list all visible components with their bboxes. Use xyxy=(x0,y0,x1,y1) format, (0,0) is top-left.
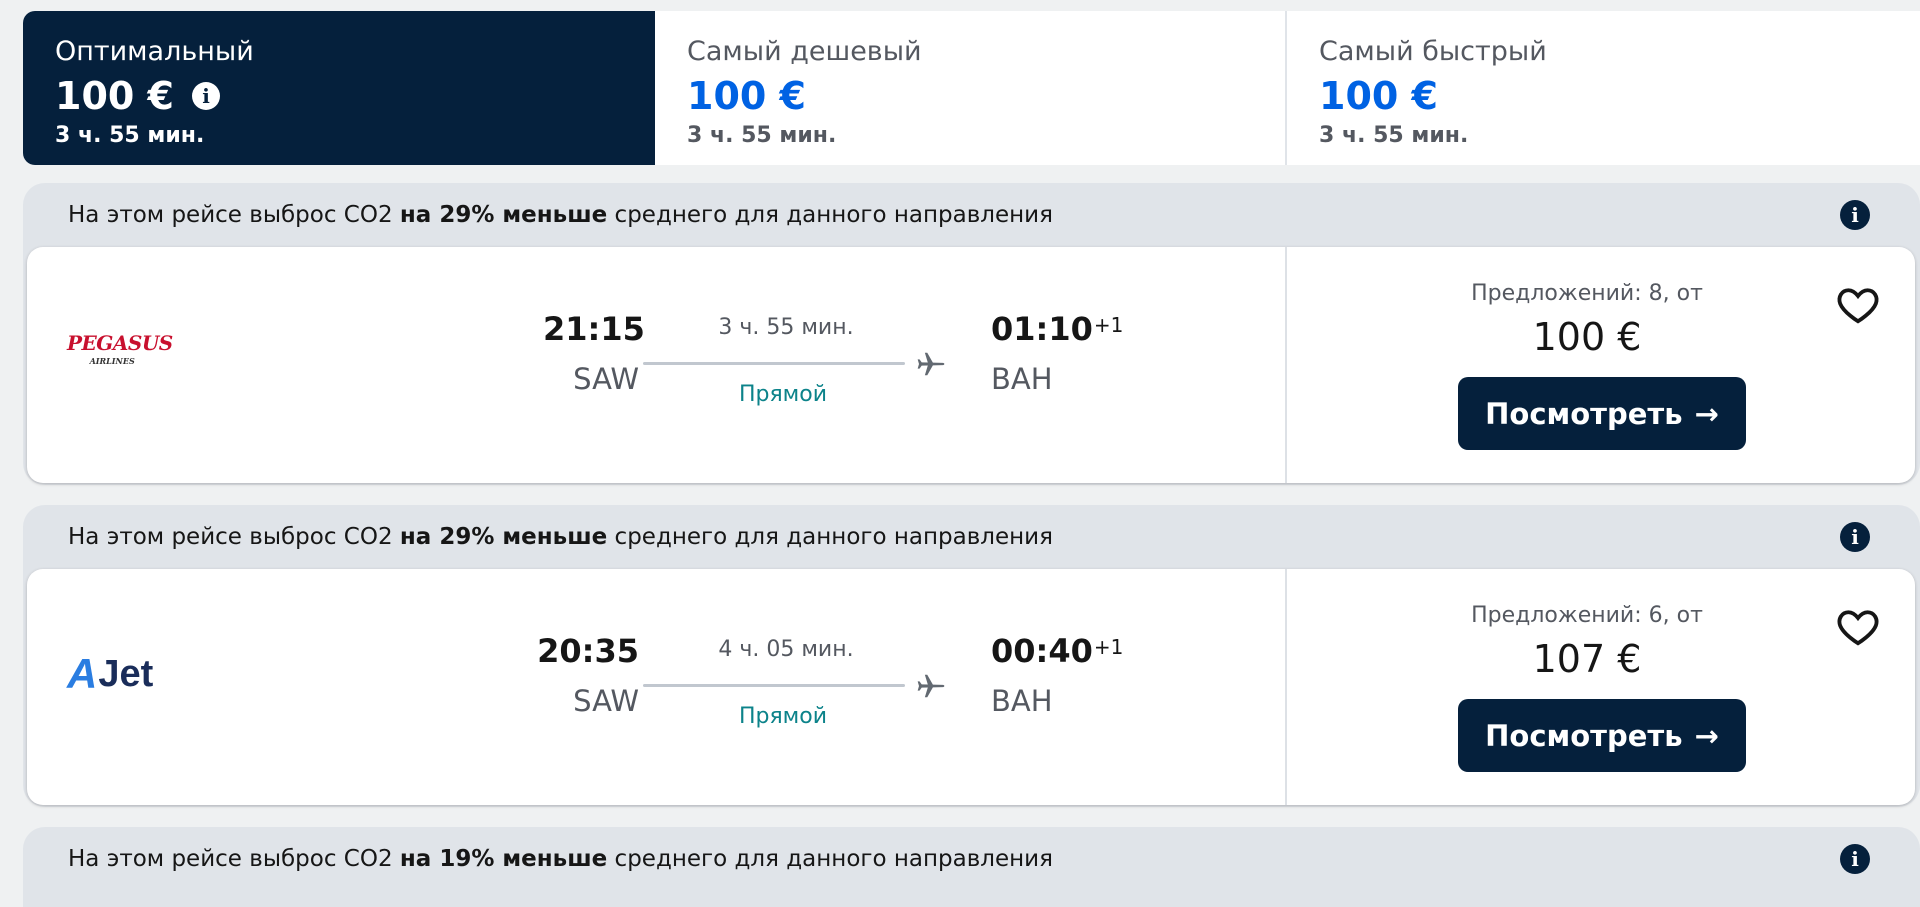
arrival: 01:10+1 BAH xyxy=(991,310,1123,398)
view-deal-button[interactable]: Посмотреть → xyxy=(1458,377,1746,450)
view-deal-label: Посмотреть xyxy=(1485,396,1683,431)
eco-banner: На этом рейсе выброс CO2 на 29% меньше с… xyxy=(23,183,1920,247)
flight-details[interactable]: A Jet 20:35 SAW 4 ч. 05 мин. Прямой 00:40… xyxy=(27,569,1287,805)
info-icon[interactable]: i xyxy=(192,82,220,110)
flight-result: На этом рейсе выброс CO2 на 29% меньше с… xyxy=(23,183,1920,485)
eco-text-suffix: среднего для данного направления xyxy=(607,846,1053,872)
eco-text-prefix: На этом рейсе выброс CO2 xyxy=(68,524,400,550)
flight-details[interactable]: PEGASUS AIRLINES 21:15 SAW 3 ч. 55 мин. … xyxy=(27,247,1287,483)
sort-tab-duration: 3 ч. 55 мин. xyxy=(55,123,205,148)
price-panel: Предложений: 6, от 107 € Посмотреть → xyxy=(1287,569,1915,805)
view-deal-button[interactable]: Посмотреть → xyxy=(1458,699,1746,772)
sort-tab-best[interactable]: Оптимальный 100 € i 3 ч. 55 мин. xyxy=(23,11,655,165)
heart-icon[interactable] xyxy=(1835,282,1881,328)
sort-tab-price: 100 € i xyxy=(55,73,623,119)
departure-time: 21:15 xyxy=(543,310,645,348)
arrow-right-icon: → xyxy=(1694,718,1719,753)
departure-airport: SAW xyxy=(573,362,639,396)
eco-text-highlight: на 29% меньше xyxy=(399,202,608,228)
eco-text-highlight: на 19% меньше xyxy=(399,846,608,872)
offers-count: Предложений: 6, от xyxy=(1471,603,1703,628)
arrival: 00:40+1 BAH xyxy=(991,632,1123,720)
departure-airport: SAW xyxy=(573,684,639,718)
offers-count: Предложений: 8, от xyxy=(1471,281,1703,306)
eco-banner: На этом рейсе выброс CO2 на 19% меньше с… xyxy=(23,827,1920,891)
flight-card[interactable]: A Jet 20:35 SAW 4 ч. 05 мин. Прямой 00:40… xyxy=(27,569,1915,805)
eco-text-prefix: На этом рейсе выброс CO2 xyxy=(68,202,400,228)
flight-card[interactable]: PEGASUS AIRLINES 21:15 SAW 3 ч. 55 мин. … xyxy=(27,247,1915,483)
route: 4 ч. 05 мин. Прямой xyxy=(643,637,963,747)
route: 3 ч. 55 мин. Прямой xyxy=(643,315,963,425)
flight-price: 107 € xyxy=(1532,637,1642,681)
flight-duration: 3 ч. 55 мин. xyxy=(718,315,854,340)
eco-text-highlight: на 29% меньше xyxy=(399,524,608,550)
sort-tab-cheapest[interactable]: Самый дешевый 100 € 3 ч. 55 мин. xyxy=(655,11,1287,165)
airline-logo: PEGASUS AIRLINES xyxy=(67,317,207,387)
flight-result: На этом рейсе выброс CO2 на 19% меньше с… xyxy=(23,827,1920,907)
airline-logo: A Jet xyxy=(67,639,207,709)
plane-icon xyxy=(917,674,945,698)
info-icon[interactable]: i xyxy=(1840,844,1870,874)
route-line xyxy=(643,684,905,687)
flight-price: 100 € xyxy=(1532,315,1642,359)
stops-label: Прямой xyxy=(738,382,828,407)
heart-icon[interactable] xyxy=(1835,604,1881,650)
eco-text-prefix: На этом рейсе выброс CO2 xyxy=(68,846,400,872)
flight-duration: 4 ч. 05 мин. xyxy=(718,637,854,662)
sort-tab-label: Самый быстрый xyxy=(1319,36,1547,67)
departure: 21:15 SAW xyxy=(543,310,645,398)
eco-banner: На этом рейсе выброс CO2 на 29% меньше с… xyxy=(23,505,1920,569)
sort-tabs: Оптимальный 100 € i 3 ч. 55 мин. Самый д… xyxy=(23,11,1920,165)
info-icon[interactable]: i xyxy=(1840,200,1870,230)
arrival-airport: BAH xyxy=(991,362,1053,396)
day-offset: +1 xyxy=(1093,313,1124,337)
eco-text-suffix: среднего для данного направления xyxy=(607,524,1053,550)
arrival-airport: BAH xyxy=(991,684,1053,718)
pegasus-logo: PEGASUS AIRLINES xyxy=(67,331,173,366)
ajet-logo: A Jet xyxy=(67,650,154,697)
flight-result: На этом рейсе выброс CO2 на 29% меньше с… xyxy=(23,505,1920,807)
departure: 20:35 SAW xyxy=(527,632,639,720)
route-line xyxy=(643,362,905,365)
sort-tab-price: 100 € xyxy=(687,74,806,118)
sort-tab-label: Оптимальный xyxy=(55,36,254,67)
info-icon[interactable]: i xyxy=(1840,522,1870,552)
sort-tab-label: Самый дешевый xyxy=(687,36,922,67)
arrow-right-icon: → xyxy=(1694,396,1719,431)
arrival-time: 01:10+1 xyxy=(991,310,1124,348)
day-offset: +1 xyxy=(1093,635,1124,659)
view-deal-label: Посмотреть xyxy=(1485,718,1683,753)
plane-icon xyxy=(917,352,945,376)
price-panel: Предложений: 8, от 100 € Посмотреть → xyxy=(1287,247,1915,483)
stops-label: Прямой xyxy=(738,704,828,729)
sort-tab-fastest[interactable]: Самый быстрый 100 € 3 ч. 55 мин. xyxy=(1287,11,1920,165)
sort-tab-price: 100 € xyxy=(1319,74,1438,118)
departure-time: 20:35 xyxy=(537,632,639,670)
sort-tab-duration: 3 ч. 55 мин. xyxy=(1319,123,1469,148)
eco-text-suffix: среднего для данного направления xyxy=(607,202,1053,228)
sort-tab-duration: 3 ч. 55 мин. xyxy=(687,123,837,148)
arrival-time: 00:40+1 xyxy=(991,632,1124,670)
